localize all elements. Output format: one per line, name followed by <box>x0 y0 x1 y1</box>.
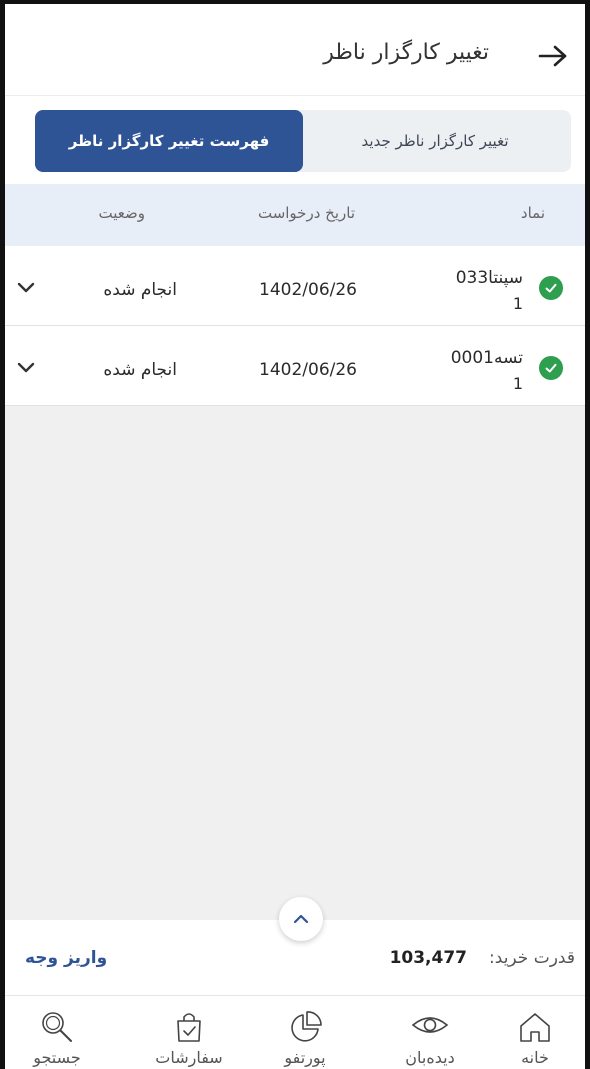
chevron-up-icon <box>293 914 309 924</box>
row-symbol: سپنتا033 <box>455 268 523 288</box>
buying-power-value: 103,477 <box>389 948 467 968</box>
page-title: تغییر کارگزار ناظر <box>323 40 489 65</box>
nav-label-search: جستجو <box>33 1048 81 1067</box>
check-circle-icon <box>539 356 563 380</box>
check-circle-icon <box>539 276 563 300</box>
row-request-date: 1402/06/26 <box>259 360 357 380</box>
arrow-right-icon <box>538 45 567 67</box>
row-request-date: 1402/06/26 <box>259 280 357 300</box>
table-header: نماد تاریخ درخواست وضعیت <box>5 184 585 246</box>
row-status: انجام شده <box>103 360 177 380</box>
chevron-down-icon[interactable] <box>15 280 37 296</box>
nav-item-portfolio[interactable]: پورتفو <box>255 996 355 1069</box>
row-status: انجام شده <box>103 280 177 300</box>
column-header-symbol: نماد <box>520 204 545 222</box>
nav-label-portfolio: پورتفو <box>284 1048 326 1067</box>
nav-label-watchlist: دیده‌بان <box>405 1048 455 1067</box>
table-row[interactable]: سپنتا033 1 1402/06/26 انجام شده <box>5 246 585 326</box>
buying-power-label: قدرت خرید: <box>489 948 575 968</box>
nav-item-watchlist[interactable]: دیده‌بان <box>380 996 480 1069</box>
row-symbol-suffix: 1 <box>512 294 523 313</box>
pie-chart-icon <box>291 1011 322 1042</box>
bottom-navigation: خانه دیده‌بان پورتفو سفارشات <box>5 996 585 1069</box>
table-row[interactable]: تسه0001 1 1402/06/26 انجام شده <box>5 326 585 406</box>
search-icon <box>42 1012 72 1042</box>
home-icon <box>520 1013 550 1042</box>
nav-item-home[interactable]: خانه <box>485 996 585 1069</box>
top-bar: تغییر کارگزار ناظر <box>5 4 585 96</box>
expand-up-button[interactable] <box>279 897 323 941</box>
chevron-down-icon[interactable] <box>15 360 37 376</box>
nav-item-search[interactable]: جستجو <box>7 996 107 1069</box>
back-button[interactable] <box>533 36 573 76</box>
tab-broker-change-list[interactable]: فهرست تغییر کارگزار ناظر <box>35 110 303 172</box>
request-list: سپنتا033 1 1402/06/26 انجام شده تسه0001 … <box>5 246 585 406</box>
tab-new-broker-change[interactable]: تغییر کارگزار ناظر جدید <box>299 110 571 172</box>
deposit-link[interactable]: واریز وجه <box>25 948 107 968</box>
row-symbol-suffix: 1 <box>512 374 523 393</box>
segmented-tabs: تغییر کارگزار ناظر جدید فهرست تغییر کارگ… <box>35 110 571 172</box>
empty-list-area <box>5 406 585 920</box>
shopping-bag-icon <box>177 1013 201 1042</box>
eye-icon <box>411 1017 449 1033</box>
column-header-request-date: تاریخ درخواست <box>257 204 355 222</box>
nav-label-home: خانه <box>521 1048 549 1067</box>
nav-item-orders[interactable]: سفارشات <box>139 996 239 1069</box>
nav-label-orders: سفارشات <box>155 1048 223 1067</box>
row-symbol: تسه0001 <box>450 348 523 368</box>
column-header-status: وضعیت <box>98 204 145 222</box>
app-screen: تغییر کارگزار ناظر تغییر کارگزار ناظر جد… <box>0 0 590 1069</box>
